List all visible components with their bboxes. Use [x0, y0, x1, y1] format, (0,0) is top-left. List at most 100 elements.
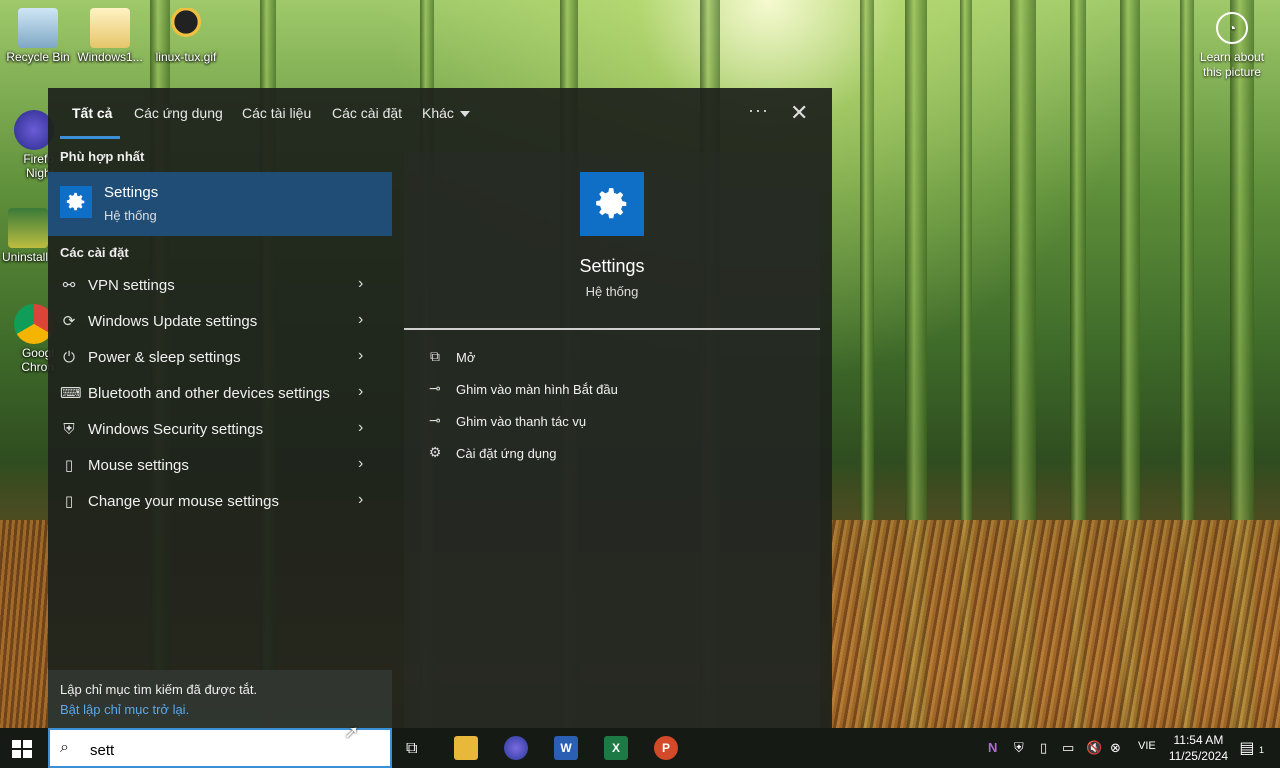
settings-heading: Các cài đặt — [60, 245, 129, 260]
search-input[interactable] — [88, 738, 382, 762]
tab-more-label: Khác — [422, 105, 454, 121]
security-shield-icon[interactable]: ⛨ — [1014, 740, 1024, 756]
taskbar-search[interactable]: ⌕ — [48, 728, 392, 768]
desktop-icon-label: Firefo Night — [23, 152, 54, 180]
desktop-icon-label: Windows1... — [77, 50, 143, 64]
desktop-icon-recycle-bin[interactable]: Recycle Bin — [0, 8, 76, 64]
settings-item-mouse[interactable]: ▯ Mouse settings › — [48, 448, 392, 484]
search-icon: ⌕ — [60, 739, 69, 756]
indexing-notice-text: Lập chỉ mục tìm kiếm đã được tắt. — [60, 682, 258, 697]
action-open[interactable]: ⧉ Mở — [426, 346, 726, 370]
action-app-settings[interactable]: ⚙ Cài đặt ứng dụng — [426, 442, 726, 466]
close-button[interactable]: ✕ — [790, 100, 808, 126]
settings-item-label: Bluetooth and other devices settings — [88, 385, 330, 402]
notification-button[interactable]: ▤ 1 — [1239, 738, 1264, 758]
gear-icon — [66, 192, 85, 211]
powerpoint-icon[interactable]: P — [654, 736, 678, 760]
settings-item-bluetooth[interactable]: ⌨ Bluetooth and other devices settings › — [48, 376, 392, 412]
detail-title: Settings — [579, 256, 645, 276]
action-label: Ghim vào màn hình Bắt đầu — [456, 382, 618, 397]
recycle-bin-icon — [18, 8, 58, 48]
word-icon[interactable]: W — [554, 736, 578, 760]
tux-image-icon — [166, 8, 206, 48]
search-tabs: Tất cả Các ứng dụng Các tài liệu Các cài… — [48, 88, 832, 140]
tab-more[interactable]: Khác — [422, 105, 470, 121]
tab-documents[interactable]: Các tài liệu — [242, 105, 311, 121]
tab-settings[interactable]: Các cài đặt — [332, 105, 402, 121]
chevron-right-icon: › — [358, 275, 364, 292]
open-icon: ⧉ — [430, 348, 440, 364]
gear-icon — [596, 188, 627, 219]
volume-muted-icon[interactable]: 🔇 — [1086, 740, 1102, 756]
file-explorer-icon[interactable] — [454, 736, 478, 760]
active-tab-indicator — [60, 136, 120, 139]
chevron-right-icon: › — [358, 347, 364, 364]
settings-item-power-sleep[interactable]: ⏻ Power & sleep settings › — [48, 340, 392, 376]
vpn-icon: ⚯ — [62, 277, 76, 294]
clock-time: 11:54 AM — [1173, 733, 1224, 747]
settings-item-label: Windows Security settings — [88, 421, 264, 438]
action-pin-start[interactable]: ⊸ Ghim vào màn hình Bắt đầu — [426, 378, 726, 402]
indexing-notice: Lập chỉ mục tìm kiếm đã được tắt. Bật lậ… — [48, 670, 392, 728]
desktop-icon-tux[interactable]: linux-tux.gif — [148, 8, 224, 64]
settings-item-label: Change your mouse settings — [88, 493, 279, 510]
detail-subtitle: Hệ thống — [585, 284, 639, 299]
chevron-right-icon: › — [358, 383, 364, 400]
windows-logo-part — [23, 750, 32, 758]
learn-about-picture[interactable]: ◔ Learn about this picture — [1192, 12, 1272, 80]
onenote-icon[interactable]: N — [988, 740, 997, 755]
clock[interactable]: 11:54 AM 11/25/2024 — [1169, 732, 1228, 764]
chevron-right-icon: › — [358, 455, 364, 472]
settings-app-icon — [60, 186, 92, 218]
settings-item-windows-security[interactable]: ⛨ Windows Security settings › — [48, 412, 392, 448]
action-pin-taskbar[interactable]: ⊸ Ghim vào thanh tác vụ — [426, 410, 726, 434]
desktop-icon-uninstall[interactable]: Uninstall — [0, 208, 48, 264]
error-icon[interactable]: ⊗ — [1110, 740, 1121, 756]
desktop-icon-label: Googl Chron — [21, 346, 54, 374]
desktop-icon-folder[interactable]: Windows1... — [72, 8, 148, 64]
tab-all[interactable]: Tất cả — [72, 105, 112, 121]
taskbar: ⌕ ⧉ W X P N ⛨ ▯ ▭ 🔇 ⊗ VIE 11:54 AM 11/25… — [0, 728, 1280, 768]
settings-item-label: VPN settings — [88, 277, 175, 294]
settings-item-windows-update[interactable]: ⟳ Windows Update settings › — [48, 304, 392, 340]
usb-icon[interactable]: ▯ — [1040, 740, 1047, 756]
task-view-icon[interactable]: ⧉ — [406, 740, 417, 758]
chevron-right-icon: › — [358, 311, 364, 328]
start-button[interactable] — [12, 740, 32, 758]
action-label: Mở — [456, 350, 476, 365]
learn-about-label: Learn about this picture — [1199, 50, 1265, 79]
tab-apps[interactable]: Các ứng dụng — [134, 105, 223, 121]
windows-logo-part — [23, 740, 32, 748]
pin-icon: ⊸ — [429, 412, 441, 428]
notification-count: 1 — [1258, 745, 1264, 755]
desktop-icon-label: Uninstall — [1, 250, 48, 264]
settings-app-large-icon — [580, 172, 644, 236]
settings-item-label: Power & sleep settings — [88, 349, 241, 366]
desktop-icon-chrome[interactable]: Googl Chron — [0, 304, 54, 374]
best-match-title: Settings — [104, 184, 159, 201]
language-indicator[interactable]: VIE — [1138, 740, 1156, 752]
best-match-subtitle: Hệ thống — [104, 208, 157, 223]
mouse-cursor-icon: ➚ — [344, 722, 360, 742]
mouse-icon: ▯ — [64, 457, 74, 474]
shield-icon: ⛨ — [63, 421, 75, 438]
settings-item-change-mouse[interactable]: ▯ Change your mouse settings › — [48, 484, 392, 520]
settings-item-label: Mouse settings — [88, 457, 189, 474]
desktop-icon-label: linux-tux.gif — [155, 50, 217, 64]
windows-logo-icon — [12, 740, 21, 748]
excel-icon[interactable]: X — [604, 736, 628, 760]
keyboard-icon: ⌨ — [60, 385, 82, 402]
best-match-settings[interactable]: Settings Hệ thống — [48, 172, 392, 236]
chevron-right-icon: › — [358, 419, 364, 436]
divider — [404, 328, 820, 330]
clock-date: 11/25/2024 — [1168, 749, 1228, 763]
desktop-icon-firefox[interactable]: Firefo Night — [0, 110, 54, 180]
enable-indexing-link[interactable]: Bật lập chỉ mục trở lại. — [60, 702, 189, 717]
chevron-down-icon — [459, 111, 470, 118]
network-icon[interactable]: ▭ — [1062, 740, 1074, 756]
settings-item-vpn[interactable]: ⚯ VPN settings › — [48, 268, 392, 304]
firefox-icon[interactable] — [504, 736, 528, 760]
more-options-button[interactable]: ··· — [748, 100, 769, 121]
gear-icon: ⚙ — [428, 444, 442, 460]
action-label: Ghim vào thanh tác vụ — [456, 414, 587, 429]
